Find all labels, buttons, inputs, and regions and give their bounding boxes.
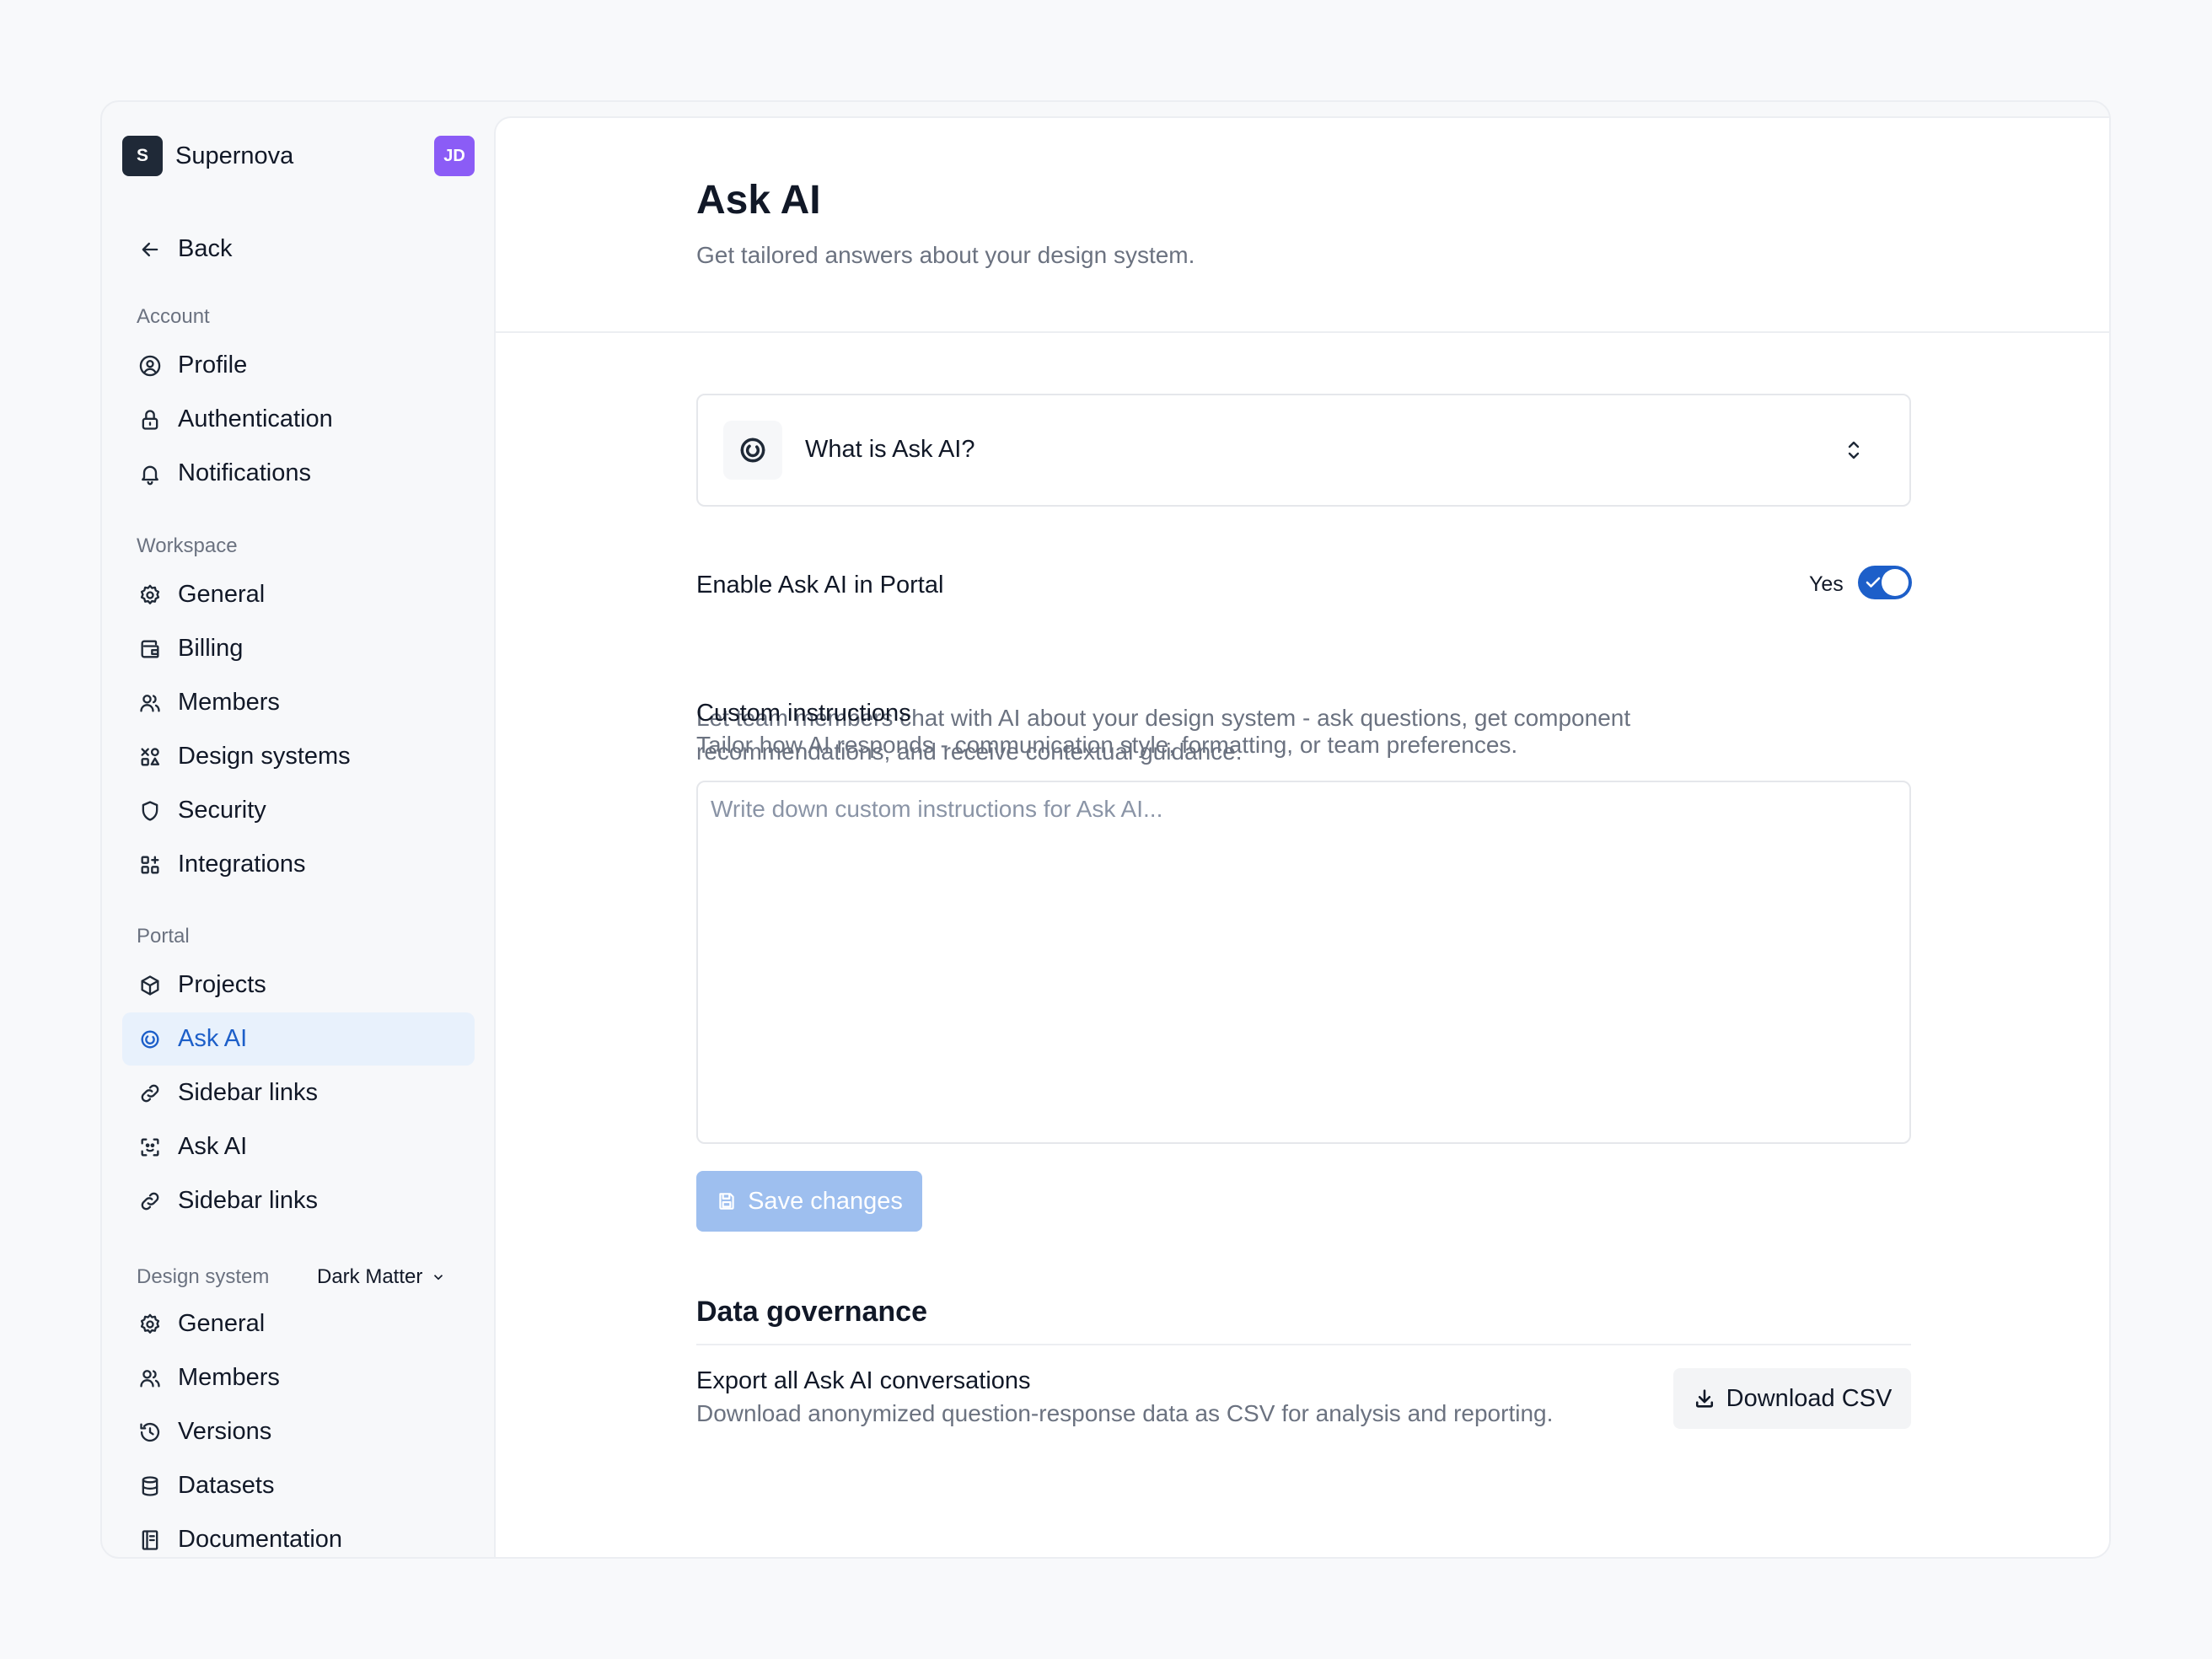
- sidebar-item-projects[interactable]: Projects: [122, 958, 475, 1012]
- grid-plus-icon: [137, 852, 163, 878]
- bell-icon: [137, 461, 163, 486]
- swirl-icon: [723, 421, 782, 480]
- sidebar-item-label: Authentication: [178, 405, 333, 432]
- sidebar-item-label: Members: [178, 689, 280, 716]
- brand-logo[interactable]: S: [122, 136, 163, 176]
- sidebar-item-ds-versions[interactable]: Versions: [122, 1405, 475, 1458]
- back-label: Back: [178, 235, 233, 262]
- users-icon: [137, 1366, 163, 1391]
- history-icon: [137, 1420, 163, 1445]
- sidebar-item-sidebar-links-2[interactable]: Sidebar links: [122, 1174, 475, 1227]
- chevron-down-icon: [434, 1275, 443, 1280]
- sidebar-item-label: General: [178, 1310, 266, 1337]
- sidebar-item-ask-ai[interactable]: Ask AI: [122, 1012, 475, 1066]
- divider: [696, 1344, 1911, 1345]
- sidebar: S Supernova JD Back Account Profile Auth…: [102, 102, 494, 1557]
- shapes-icon: [137, 744, 163, 770]
- save-changes-label: Save changes: [748, 1187, 903, 1215]
- avatar[interactable]: JD: [434, 136, 475, 176]
- section-label-portal: Portal: [137, 925, 190, 948]
- sidebar-item-profile[interactable]: Profile: [122, 339, 475, 392]
- sidebar-item-label: General: [178, 581, 266, 608]
- sidebar-item-members[interactable]: Members: [122, 676, 475, 729]
- enable-ask-ai-toggle[interactable]: [1858, 566, 1912, 599]
- section-label-workspace: Workspace: [137, 534, 238, 557]
- sidebar-item-ask-ai-2[interactable]: Ask AI: [122, 1120, 475, 1173]
- custom-instructions-title: Custom instructions: [696, 700, 911, 727]
- sidebar-item-design-systems[interactable]: Design systems: [122, 730, 475, 783]
- sidebar-item-label: Billing: [178, 635, 244, 662]
- toggle-label: Yes: [1809, 572, 1844, 596]
- enable-ask-ai-title: Enable Ask AI in Portal: [696, 572, 944, 599]
- sidebar-item-label: Documentation: [178, 1526, 343, 1553]
- link-icon: [137, 1189, 163, 1214]
- sidebar-item-label: Profile: [178, 352, 248, 379]
- section-label-account: Account: [137, 305, 210, 328]
- page-title: Ask AI: [696, 178, 821, 223]
- sidebar-item-label: Versions: [178, 1418, 272, 1445]
- sidebar-item-ds-general[interactable]: General: [122, 1297, 475, 1350]
- sidebar-item-ds-members[interactable]: Members: [122, 1351, 475, 1404]
- sidebar-item-label: Integrations: [178, 851, 306, 878]
- sidebar-item-label: Security: [178, 797, 266, 824]
- data-governance-heading: Data governance: [696, 1296, 927, 1328]
- sidebar-item-billing[interactable]: Billing: [122, 622, 475, 675]
- users-icon: [137, 690, 163, 716]
- page-subtitle: Get tailored answers about your design s…: [696, 242, 1195, 268]
- back-button[interactable]: Back: [122, 223, 475, 276]
- sidebar-item-label: Ask AI: [178, 1133, 248, 1160]
- sidebar-item-notifications[interactable]: Notifications: [122, 447, 475, 500]
- brand-header: S Supernova JD: [122, 136, 475, 176]
- swirl-icon: [137, 1027, 163, 1052]
- wallet-icon: [137, 636, 163, 662]
- sidebar-item-general[interactable]: General: [122, 568, 475, 621]
- sidebar-item-authentication[interactable]: Authentication: [122, 393, 475, 446]
- sidebar-item-ds-documentation[interactable]: Documentation: [122, 1513, 475, 1557]
- shield-icon: [137, 798, 163, 824]
- arrow-left-icon: [137, 237, 163, 262]
- gear-icon: [137, 1312, 163, 1337]
- save-icon: [719, 1193, 734, 1210]
- sidebar-item-security[interactable]: Security: [122, 784, 475, 837]
- sidebar-item-ds-datasets[interactable]: Datasets: [122, 1459, 475, 1512]
- sidebar-item-label: Datasets: [178, 1472, 275, 1499]
- download-csv-button[interactable]: Download CSV: [1673, 1368, 1911, 1429]
- sidebar-item-label: Notifications: [178, 459, 311, 486]
- sidebar-item-label: Sidebar links: [178, 1079, 319, 1106]
- main-panel: Ask AI Get tailored answers about your d…: [494, 116, 2109, 1557]
- check-icon: [1866, 576, 1881, 589]
- what-is-ask-ai-accordion[interactable]: What is Ask AI?: [696, 394, 1911, 507]
- chevrons-up-down-icon: [1844, 438, 1864, 463]
- link-icon: [137, 1081, 163, 1106]
- download-csv-label: Download CSV: [1726, 1384, 1893, 1412]
- sidebar-item-label: Design systems: [178, 743, 351, 770]
- download-icon: [1695, 1389, 1713, 1408]
- sidebar-item-label: Projects: [178, 971, 266, 998]
- box-icon: [137, 973, 163, 998]
- user-circle-icon: [137, 353, 163, 379]
- scan-face-icon: [137, 1135, 163, 1160]
- accordion-label: What is Ask AI?: [805, 436, 975, 463]
- design-system-select[interactable]: Dark Matter: [317, 1265, 446, 1289]
- database-icon: [137, 1474, 163, 1499]
- toggle-knob: [1882, 569, 1909, 596]
- export-conversations-description: Download anonymized question-response da…: [696, 1400, 1554, 1426]
- section-label-design-system: Design system: [137, 1265, 270, 1288]
- book-icon: [137, 1527, 163, 1553]
- save-changes-button[interactable]: Save changes: [696, 1171, 922, 1232]
- gear-icon: [137, 583, 163, 608]
- sidebar-item-sidebar-links[interactable]: Sidebar links: [122, 1066, 475, 1119]
- export-conversations-title: Export all Ask AI conversations: [696, 1367, 1031, 1394]
- custom-instructions-input[interactable]: [696, 781, 1911, 1144]
- sidebar-item-label: Ask AI: [178, 1025, 248, 1052]
- page-header: Ask AI Get tailored answers about your d…: [496, 118, 2109, 333]
- sidebar-item-label: Members: [178, 1364, 280, 1391]
- sidebar-item-label: Sidebar links: [178, 1187, 319, 1214]
- app-window: S Supernova JD Back Account Profile Auth…: [100, 100, 2111, 1559]
- brand-name[interactable]: Supernova: [175, 142, 293, 170]
- lock-icon: [137, 407, 163, 432]
- design-system-selected: Dark Matter: [317, 1265, 423, 1288]
- custom-instructions-description: Tailor how AI responds - communication s…: [696, 732, 1518, 758]
- sidebar-item-integrations[interactable]: Integrations: [122, 838, 475, 891]
